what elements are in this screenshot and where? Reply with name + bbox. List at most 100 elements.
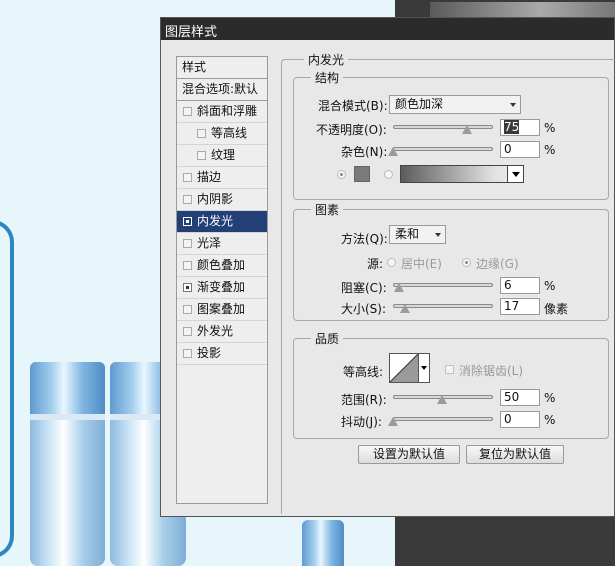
opacity-slider-thumb[interactable] xyxy=(462,125,472,134)
chevron-down-icon xyxy=(421,366,427,370)
style-item-label: 描边 xyxy=(197,170,222,184)
choke-slider-thumb[interactable] xyxy=(394,283,404,292)
layer-style-dialog: 图层样式 样式 混合选项:默认 斜面和浮雕 等高线 纹理 描边 内阴影 内发光 光泽 颜色叠加… xyxy=(160,17,615,517)
size-input[interactable]: 17 xyxy=(500,298,540,315)
styles-header[interactable]: 样式 xyxy=(177,57,267,79)
style-item-checkbox[interactable] xyxy=(197,151,206,160)
style-item-checkbox[interactable] xyxy=(183,107,192,116)
style-item[interactable]: 图案叠加 xyxy=(177,299,267,321)
structure-title: 结构 xyxy=(311,69,344,86)
technique-select[interactable]: 柔和 xyxy=(389,225,446,244)
technique-value: 柔和 xyxy=(395,227,420,241)
dialog-title: 图层样式 xyxy=(165,25,218,40)
style-item-label: 内阴影 xyxy=(197,192,234,206)
style-item-checkbox[interactable] xyxy=(183,239,192,248)
style-item-checkbox[interactable] xyxy=(183,349,192,358)
source-center-radio[interactable] xyxy=(387,258,396,267)
styles-list: 样式 混合选项:默认 斜面和浮雕 等高线纹理描边内阴影内发光光泽颜色叠加渐变叠加图… xyxy=(176,56,268,504)
blend-mode-select[interactable]: 颜色加深 xyxy=(389,95,521,114)
style-item[interactable]: 斜面和浮雕 xyxy=(177,101,267,123)
contour-picker[interactable] xyxy=(389,353,419,383)
choke-unit: % xyxy=(544,279,556,293)
dialog-titlebar[interactable]: 图层样式 xyxy=(161,18,614,40)
gradient-mode-radio[interactable] xyxy=(384,170,393,179)
style-item-label: 内发光 xyxy=(197,214,234,228)
style-item[interactable]: 等高线 xyxy=(177,123,267,145)
style-item-label: 纹理 xyxy=(211,148,236,162)
size-slider-thumb[interactable] xyxy=(400,304,410,313)
technique-label: 方法(Q): xyxy=(341,232,388,246)
jitter-unit: % xyxy=(544,413,556,427)
contour-label: 等高线: xyxy=(343,365,384,379)
styles-header-label: 样式 xyxy=(182,60,207,74)
style-item[interactable]: 纹理 xyxy=(177,145,267,167)
jitter-slider[interactable] xyxy=(393,417,493,421)
blending-options-item[interactable]: 混合选项:默认 xyxy=(177,79,267,101)
bottle-graphic-3 xyxy=(302,520,344,566)
range-label: 范围(R): xyxy=(341,393,387,407)
chevron-down-icon xyxy=(512,172,520,177)
blend-mode-value: 颜色加深 xyxy=(395,97,444,111)
size-unit: 像素 xyxy=(544,302,569,316)
style-item[interactable]: 外发光 xyxy=(177,321,267,343)
style-item-label: 光泽 xyxy=(197,236,222,250)
style-item-checkbox[interactable] xyxy=(183,261,192,270)
jitter-slider-thumb[interactable] xyxy=(388,417,398,426)
style-item-checkbox[interactable] xyxy=(183,173,192,182)
blending-options-label: 混合选项:默认 xyxy=(182,82,259,96)
size-value: 17 xyxy=(504,299,520,313)
noise-value: 0 xyxy=(504,142,512,156)
style-item-checkbox[interactable] xyxy=(183,305,192,314)
style-item-checkbox[interactable] xyxy=(183,195,192,204)
style-item-checkbox[interactable] xyxy=(197,129,206,138)
noise-slider-thumb[interactable] xyxy=(388,147,398,156)
gradient-picker[interactable] xyxy=(400,165,524,183)
style-item-checkbox[interactable] xyxy=(183,327,192,336)
style-item[interactable]: 内阴影 xyxy=(177,189,267,211)
opacity-value: 75 xyxy=(504,120,520,134)
choke-label: 阻塞(C): xyxy=(341,281,387,295)
style-item[interactable]: 颜色叠加 xyxy=(177,255,267,277)
range-slider-thumb[interactable] xyxy=(437,395,447,404)
noise-unit: % xyxy=(544,143,556,157)
anti-alias-label: 消除锯齿(L) xyxy=(459,364,524,378)
gradient-dropdown-button[interactable] xyxy=(507,166,523,182)
style-item[interactable]: 渐变叠加 xyxy=(177,277,267,299)
style-item-label: 颜色叠加 xyxy=(197,258,246,272)
bottle-graphic-1 xyxy=(30,362,105,566)
jitter-label: 抖动(J): xyxy=(341,415,382,429)
opacity-label: 不透明度(O): xyxy=(316,123,387,137)
opacity-unit: % xyxy=(544,121,556,135)
style-item[interactable]: 内发光 xyxy=(177,211,267,233)
jitter-input[interactable]: 0 xyxy=(500,411,540,428)
source-edge-radio[interactable] xyxy=(462,258,471,267)
noise-slider[interactable] xyxy=(393,147,493,151)
glow-color-swatch[interactable] xyxy=(354,166,370,182)
choke-slider[interactable] xyxy=(393,283,493,287)
style-item[interactable]: 描边 xyxy=(177,167,267,189)
blend-mode-label: 混合模式(B): xyxy=(318,99,388,113)
opacity-slider[interactable] xyxy=(393,125,493,129)
contour-dropdown-button[interactable] xyxy=(419,353,430,383)
source-edge-label: 边缘(G) xyxy=(476,257,519,271)
contour-preview-icon xyxy=(389,353,419,383)
quality-title: 品质 xyxy=(311,330,344,347)
style-item[interactable]: 投影 xyxy=(177,343,267,365)
source-label: 源: xyxy=(367,257,384,271)
noise-input[interactable]: 0 xyxy=(500,141,540,158)
inner-glow-title: 内发光 xyxy=(304,51,349,68)
make-default-button[interactable]: 设置为默认值 xyxy=(358,445,460,464)
style-item-checkbox[interactable] xyxy=(183,217,192,226)
style-item-label: 图案叠加 xyxy=(197,302,246,316)
style-item[interactable]: 光泽 xyxy=(177,233,267,255)
choke-input[interactable]: 6 xyxy=(500,277,540,294)
style-item-checkbox[interactable] xyxy=(183,283,192,292)
opacity-input[interactable]: 75 xyxy=(500,119,540,136)
anti-alias-checkbox[interactable] xyxy=(445,365,454,374)
style-item-label: 投影 xyxy=(197,346,222,360)
range-input[interactable]: 50 xyxy=(500,389,540,406)
reset-default-button[interactable]: 复位为默认值 xyxy=(466,445,564,464)
color-mode-radio[interactable] xyxy=(337,170,346,179)
noise-label: 杂色(N): xyxy=(341,145,388,159)
background-blue-curve xyxy=(0,220,14,558)
